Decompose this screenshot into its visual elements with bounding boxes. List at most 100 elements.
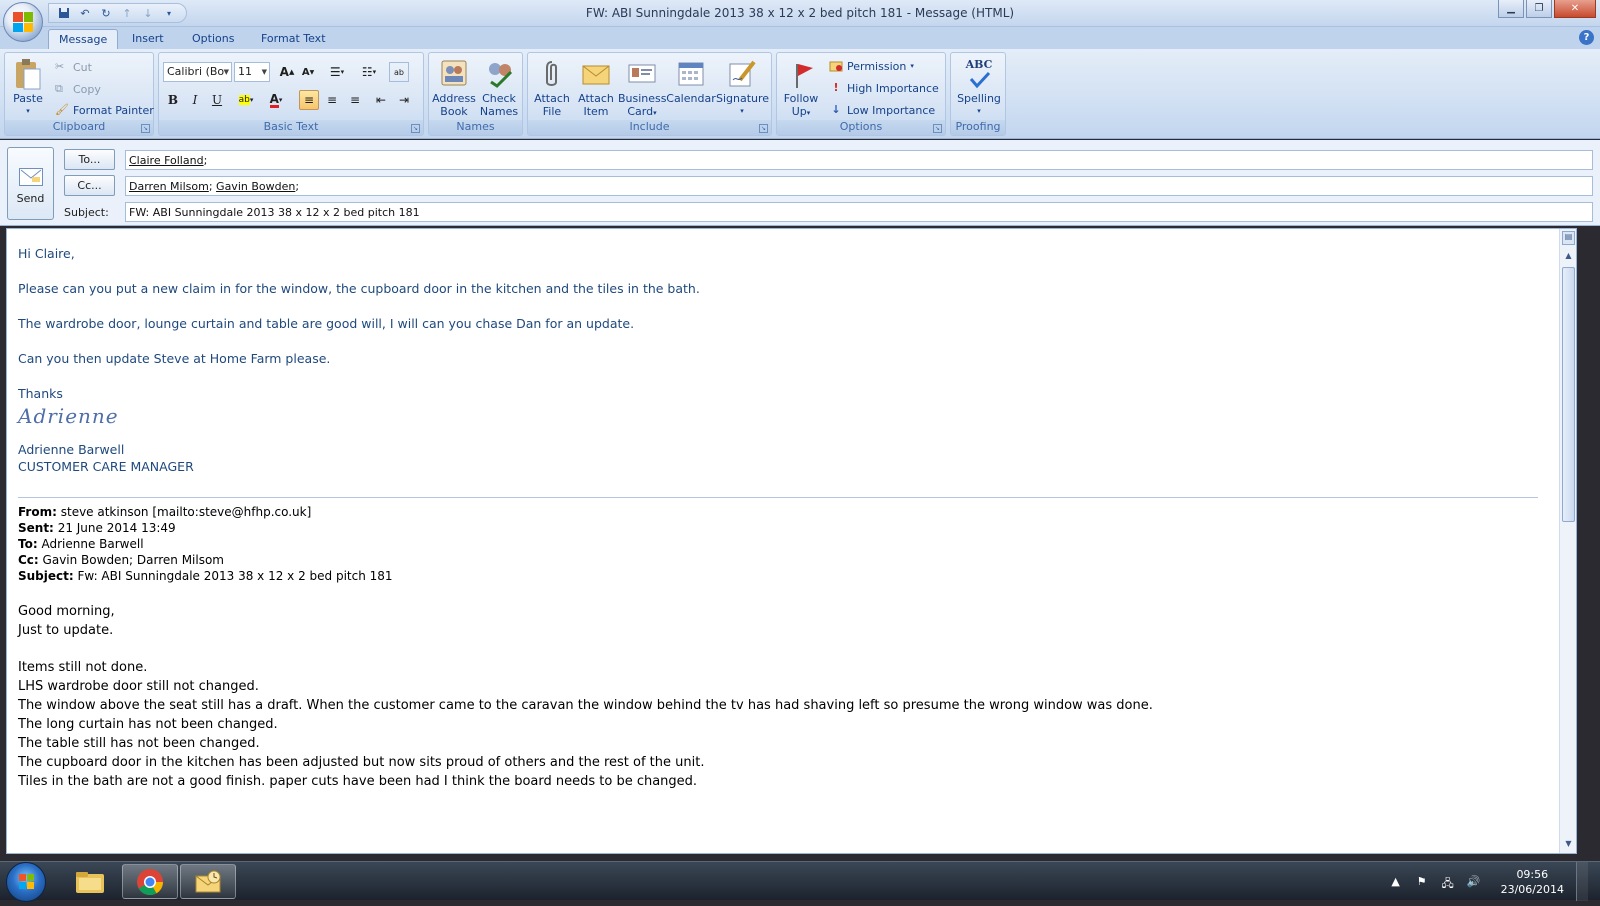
vertical-scrollbar[interactable]: ▤ ▲ ▼: [1559, 229, 1576, 853]
tab-options[interactable]: Options: [182, 29, 244, 49]
calendar-label: Calendar: [666, 92, 716, 105]
subject-label: Subject:: [64, 206, 109, 219]
grow-font-icon[interactable]: A ▲: [277, 62, 297, 82]
paste-button[interactable]: Paste ▾: [7, 55, 49, 121]
recipient-cc[interactable]: Gavin Bowden: [216, 180, 295, 193]
text-line: Just to update.: [18, 623, 114, 638]
bold-icon[interactable]: B: [163, 90, 183, 110]
body-paragraph: Can you then update Steve at Home Farm p…: [18, 351, 331, 366]
from-label: From:: [18, 505, 57, 519]
calendar-button[interactable]: Calendar: [666, 55, 716, 121]
decrease-indent-icon[interactable]: ⇤: [371, 90, 391, 110]
volume-icon[interactable]: 🔊: [1467, 875, 1481, 889]
underline-icon[interactable]: U: [207, 90, 227, 110]
taskbar-outlook[interactable]: [180, 864, 236, 899]
copy-icon: ⧉: [55, 82, 63, 95]
cc-field[interactable]: Darren Milsom; Gavin Bowden;: [125, 176, 1593, 196]
font-size-combo[interactable]: 11 ▼: [234, 62, 270, 82]
start-button[interactable]: [6, 862, 46, 902]
group-clipboard: Paste ▾ ✂ Cut ⧉ Copy 🖌 Format Painter Cl…: [4, 52, 154, 136]
to-button[interactable]: To...: [64, 149, 115, 170]
group-proofing: ABC Spelling ▾ Proofing: [950, 52, 1006, 136]
numbering-icon[interactable]: ☷ ▾: [355, 62, 383, 82]
dialog-launcher-icon[interactable]: ↘: [141, 124, 150, 133]
ruler-toggle-icon[interactable]: ▤: [1562, 231, 1575, 245]
clear-formatting-icon[interactable]: ab: [389, 62, 409, 82]
minimize-button[interactable]: ▁: [1498, 0, 1524, 18]
follow-up-button[interactable]: Follow Up▾: [779, 55, 823, 121]
paperclip-icon: [536, 58, 568, 90]
title-bar: ↶ ↻ ↑ ↓ ▾ FW: ABI Sunningdale 2013 38 x …: [0, 0, 1600, 42]
message-content[interactable]: Hi Claire, Please can you put a new clai…: [18, 245, 1558, 791]
dialog-launcher-icon[interactable]: ↘: [411, 124, 420, 133]
align-center-icon[interactable]: ≡: [322, 90, 342, 110]
highlight-icon[interactable]: ab ▾: [233, 90, 259, 110]
show-hidden-icons-icon[interactable]: ▲: [1389, 875, 1403, 889]
signature-icon: [726, 58, 758, 90]
taskbar-chrome[interactable]: [122, 864, 178, 899]
address-book-button[interactable]: Address Book: [432, 55, 476, 121]
business-card-label-2: Card: [627, 105, 654, 118]
office-logo-icon: [13, 12, 33, 32]
cc-button[interactable]: Cc...: [64, 175, 115, 196]
high-importance-button[interactable]: ! High Importance: [829, 78, 938, 98]
bullets-icon[interactable]: ☰ ▾: [323, 62, 351, 82]
network-icon[interactable]: 🖧: [1441, 875, 1455, 890]
tab-format-text[interactable]: Format Text: [251, 29, 336, 49]
clipboard-group-label: Clipboard: [5, 120, 153, 135]
clock[interactable]: 09:56 23/06/2014: [1493, 867, 1564, 897]
taskbar: ▲ ⚑ 🖧 🔊 09:56 23/06/2014: [0, 861, 1600, 902]
format-painter-button[interactable]: 🖌 Format Painter: [55, 100, 154, 120]
recipient-to[interactable]: Claire Folland: [129, 154, 204, 167]
scrollbar-thumb[interactable]: [1562, 267, 1575, 522]
options-group-label: Options: [777, 120, 945, 135]
restore-button[interactable]: ❐: [1526, 0, 1552, 18]
increase-indent-icon[interactable]: ⇥: [394, 90, 414, 110]
office-button[interactable]: [3, 2, 43, 42]
scroll-down-icon[interactable]: ▼: [1562, 839, 1575, 851]
windows-logo-icon: [19, 874, 34, 889]
subject-field[interactable]: FW: ABI Sunningdale 2013 38 x 12 x 2 bed…: [125, 202, 1593, 222]
tab-insert[interactable]: Insert: [122, 29, 174, 49]
to-field[interactable]: Claire Folland;: [125, 150, 1593, 170]
check-names-button[interactable]: Check Names: [477, 55, 521, 121]
taskbar-explorer[interactable]: [62, 864, 118, 899]
clock-date: 23/06/2014: [1500, 882, 1564, 896]
attach-item-button[interactable]: Attach Item: [574, 55, 618, 121]
business-card-button[interactable]: Business Card▾: [618, 55, 667, 121]
send-button[interactable]: Send: [7, 147, 54, 220]
align-left-icon[interactable]: ≡: [299, 90, 319, 110]
dialog-launcher-icon[interactable]: ↘: [759, 124, 768, 133]
down-arrow-icon: ↓: [831, 103, 841, 116]
align-right-icon[interactable]: ≡: [345, 90, 365, 110]
low-importance-button[interactable]: ↓ Low Importance: [829, 100, 935, 120]
group-include: Attach File Attach Item Business Card▾ C…: [527, 52, 772, 136]
action-center-flag-icon[interactable]: ⚑: [1415, 875, 1429, 889]
body-paragraph: The wardrobe door, lounge curtain and ta…: [18, 316, 635, 331]
font-name-combo[interactable]: Calibri (Bo ▼: [163, 62, 232, 82]
flag-icon: [785, 58, 817, 90]
scissors-icon: ✂: [55, 60, 65, 73]
copy-button[interactable]: ⧉ Copy: [55, 79, 101, 99]
cut-button[interactable]: ✂ Cut: [55, 57, 92, 77]
scroll-up-icon[interactable]: ▲: [1562, 251, 1575, 263]
attach-file-button[interactable]: Attach File: [530, 55, 574, 121]
spelling-button[interactable]: ABC Spelling ▾: [955, 55, 1003, 121]
font-color-icon[interactable]: A ▾: [263, 90, 289, 110]
dialog-launcher-icon[interactable]: ↘: [933, 124, 942, 133]
body-paragraph: Please can you put a new claim in for th…: [18, 281, 700, 296]
shrink-font-icon[interactable]: A ▼: [298, 62, 318, 82]
italic-icon[interactable]: I: [185, 90, 205, 110]
paste-icon: [12, 58, 44, 90]
recipient-cc[interactable]: Darren Milsom: [129, 180, 209, 193]
show-desktop-button[interactable]: [1576, 862, 1588, 901]
help-icon[interactable]: ?: [1579, 30, 1594, 45]
permission-button[interactable]: Permission ▾: [829, 56, 914, 76]
greeting: Hi Claire,: [18, 246, 75, 261]
tab-message[interactable]: Message: [48, 29, 119, 49]
close-button[interactable]: ✕: [1554, 0, 1596, 18]
message-body[interactable]: Hi Claire, Please can you put a new clai…: [6, 228, 1577, 854]
signature-button[interactable]: Signature ▾: [716, 55, 769, 121]
group-options: Follow Up▾ Permission ▾ ! High Importanc…: [776, 52, 946, 136]
ribbon: Paste ▾ ✂ Cut ⧉ Copy 🖌 Format Painter Cl…: [0, 49, 1600, 139]
